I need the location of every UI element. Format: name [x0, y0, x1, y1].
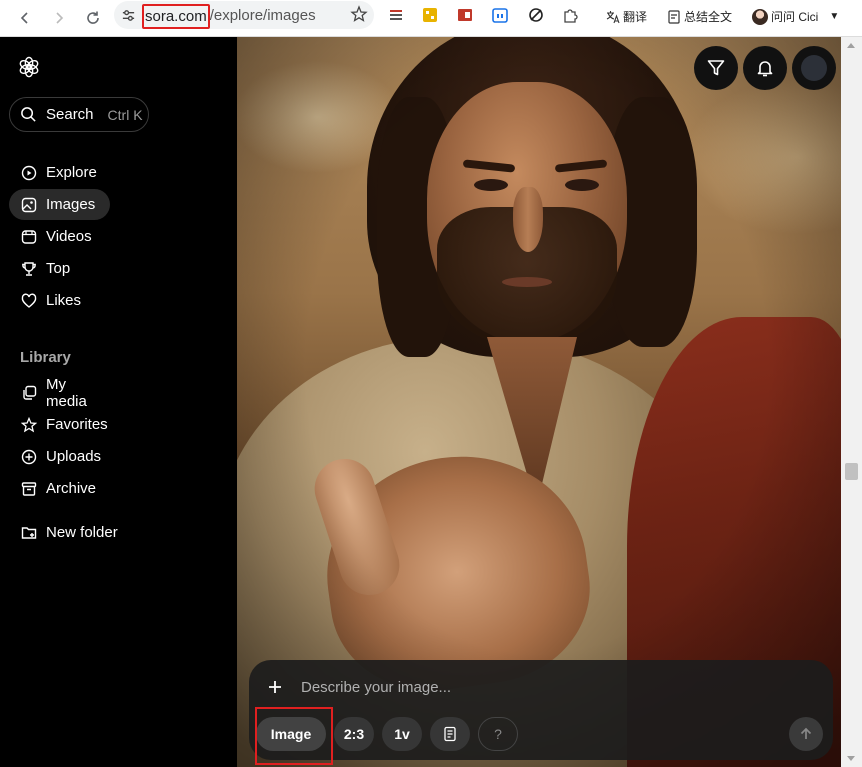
account-button[interactable]: [792, 46, 836, 90]
url-path: /explore/images: [209, 6, 316, 24]
extension-red-icon[interactable]: [455, 5, 475, 25]
search-icon: [21, 107, 36, 122]
plus-icon[interactable]: [265, 677, 285, 697]
archive-icon: [21, 481, 37, 496]
submit-button[interactable]: [789, 717, 823, 751]
extension-calendar-icon[interactable]: [490, 5, 510, 25]
sidebar-item-my-media[interactable]: My media: [9, 376, 110, 410]
translate-extension[interactable]: 翻译: [606, 8, 647, 25]
presets-button[interactable]: [430, 717, 470, 751]
back-button[interactable]: [8, 3, 42, 33]
extension-yellow-icon[interactable]: [420, 5, 440, 25]
scroll-down-arrow[interactable]: [847, 756, 855, 761]
arrow-left-icon: [20, 12, 28, 24]
media-icon: [23, 385, 37, 400]
scroll-up-arrow[interactable]: [847, 43, 855, 48]
trophy-icon: [22, 261, 36, 276]
summary-icon: [668, 9, 680, 24]
sidebar-item-images[interactable]: Images: [9, 189, 110, 220]
summary-extension[interactable]: 总结全文: [667, 8, 732, 25]
sidebar-item-uploads[interactable]: Uploads: [9, 441, 110, 472]
reload-icon: [87, 11, 99, 24]
profile-extension[interactable]: 问问 Cici ▼: [752, 8, 839, 25]
translate-icon: [606, 10, 620, 23]
browser-toolbar: sora.com /explore/images 翻译 总结全文 问问 Cici…: [0, 0, 862, 37]
openai-logo-icon[interactable]: [18, 56, 40, 78]
prompt-composer: Describe your image... Image 2:3 1v ?: [249, 660, 833, 760]
sidebar: Search Ctrl K Explore Images Videos Top …: [0, 37, 237, 767]
prompt-input[interactable]: Describe your image...: [301, 679, 451, 696]
bell-icon: [757, 61, 773, 77]
main-content: Describe your image... Image 2:3 1v ?: [237, 37, 862, 767]
arrow-right-icon: [56, 12, 64, 24]
chevron-down-icon: ▼: [829, 11, 840, 22]
puzzle-icon[interactable]: [560, 5, 580, 25]
aspect-ratio-button[interactable]: 2:3: [334, 717, 374, 751]
url-host: sora.com: [142, 3, 210, 29]
document-icon: [444, 726, 456, 742]
filter-icon: [707, 60, 725, 76]
reload-button[interactable]: [76, 3, 110, 33]
image-icon: [21, 197, 37, 212]
featured-image[interactable]: [237, 37, 841, 767]
forward-button[interactable]: [42, 3, 76, 33]
new-folder-icon: [21, 526, 37, 539]
avatar: [801, 55, 827, 81]
sidebar-item-videos[interactable]: Videos: [9, 221, 110, 252]
sidebar-item-explore[interactable]: Explore: [9, 157, 110, 188]
star-icon: [21, 416, 37, 432]
site-settings-icon[interactable]: [114, 1, 142, 29]
sidebar-item-top[interactable]: Top: [9, 253, 110, 284]
page-scrollbar[interactable]: [841, 37, 862, 767]
url-text: sora.com /explore/images: [142, 3, 316, 29]
sidebar-item-likes[interactable]: Likes: [9, 285, 110, 316]
sidebar-item-new-folder[interactable]: New folder: [9, 517, 159, 548]
extension-slash-icon[interactable]: [526, 5, 546, 25]
heart-icon: [21, 293, 37, 308]
bookmark-star-icon[interactable]: [350, 5, 368, 23]
annotation-highlight-box: [255, 707, 333, 765]
address-bar[interactable]: sora.com /explore/images: [114, 1, 374, 29]
variations-button[interactable]: 1v: [382, 717, 422, 751]
video-icon: [21, 229, 37, 244]
search-button[interactable]: Search Ctrl K: [9, 97, 149, 132]
profile-avatar: [752, 8, 768, 25]
library-heading: Library: [20, 349, 71, 366]
compass-icon: [21, 165, 37, 180]
notifications-button[interactable]: [743, 46, 787, 90]
arrow-up-icon: [800, 727, 812, 739]
help-button[interactable]: ?: [478, 717, 518, 751]
sidebar-item-archive[interactable]: Archive: [9, 473, 110, 504]
filter-button[interactable]: [694, 46, 738, 90]
top-actions: [694, 46, 836, 90]
upload-icon: [21, 449, 37, 464]
extension-list-icon[interactable]: [386, 5, 406, 25]
scroll-thumb[interactable]: [845, 463, 858, 480]
sidebar-item-favorites[interactable]: Favorites: [9, 409, 110, 440]
